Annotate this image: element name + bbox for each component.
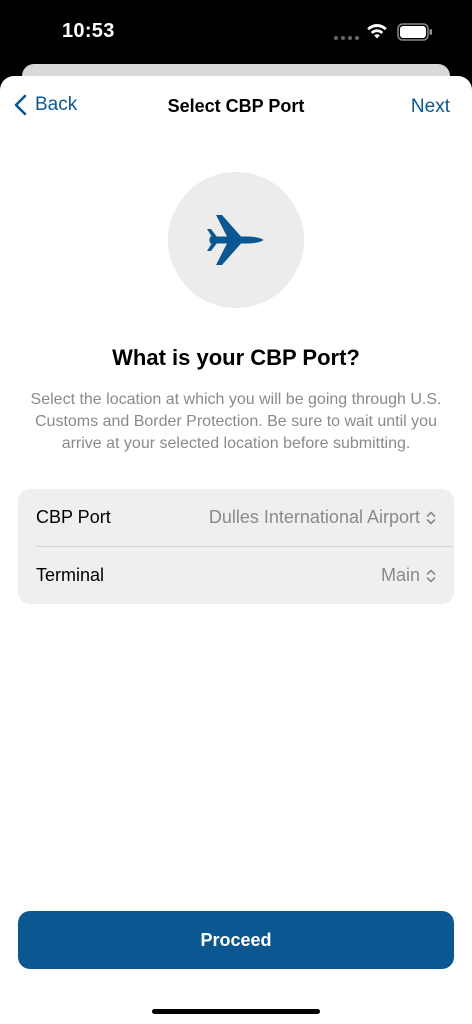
- page-title: Select CBP Port: [167, 96, 305, 116]
- terminal-selected-value: Main: [380, 565, 420, 585]
- cbp-port-value: Dulles International Airport: [209, 507, 436, 528]
- proceed-button[interactable]: Proceed: [18, 911, 454, 969]
- terminal-picker[interactable]: Terminal Main: [18, 547, 454, 604]
- home-indicator: [152, 1009, 320, 1014]
- question-heading: What is your CBP Port?: [112, 345, 360, 370]
- terminal-label: Terminal: [36, 565, 105, 585]
- cbp-port-picker[interactable]: CBP Port Dulles International Airport: [18, 489, 454, 546]
- chevron-up-down-icon: [426, 569, 436, 582]
- terminal-value: Main: [381, 565, 436, 586]
- chevron-up-down-icon: [426, 511, 436, 524]
- icon-container: [168, 172, 304, 308]
- cbp-port-selected-value: Dulles International Airport: [208, 507, 420, 527]
- cellular-signal-icon: [334, 36, 359, 40]
- wifi-icon: [367, 24, 387, 39]
- status-time: 10:53: [62, 20, 115, 42]
- next-button[interactable]: Next: [411, 96, 450, 118]
- cbp-port-label: CBP Port: [36, 507, 111, 527]
- modal-sheet: Back Select CBP Port Next What is your C…: [0, 76, 472, 1024]
- airplane-icon: [207, 215, 264, 265]
- battery-icon: [397, 23, 432, 41]
- status-bar: 10:53: [0, 0, 472, 66]
- port-selection-card: CBP Port Dulles International Airport Te…: [18, 489, 454, 604]
- navigation-bar: Back Select CBP Port Next: [0, 76, 472, 138]
- instructions-text: Select the location at which you will be…: [30, 391, 442, 452]
